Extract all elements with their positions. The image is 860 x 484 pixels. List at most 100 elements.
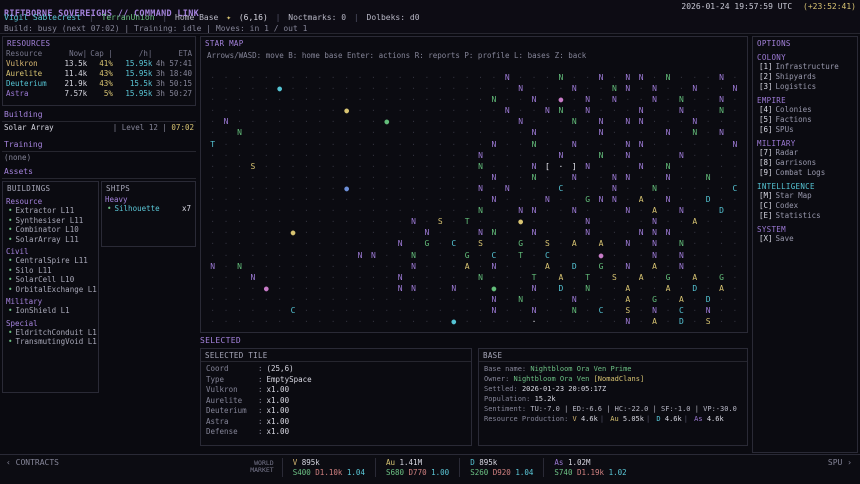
tile-label: Defense [206, 427, 258, 438]
map-cell[interactable]: · [407, 316, 420, 327]
map-cell[interactable]: · [728, 316, 741, 327]
building-item: •IonShield L1 [3, 306, 98, 316]
map-cell[interactable]: · [688, 316, 701, 327]
map-cell[interactable]: · [206, 316, 219, 327]
market-entry-astra: As 1.02M S740 D1.19k 1.02 [543, 458, 636, 477]
bullet-icon: • [107, 204, 112, 213]
market-sym: Au [386, 458, 395, 467]
map-row: ··········●·········N·N···C···N··N·····C [206, 176, 747, 187]
map-cell[interactable]: · [246, 316, 259, 327]
map-cell[interactable]: · [300, 316, 313, 327]
col-rate: /h| [113, 49, 153, 59]
resource-cap: 5% [87, 89, 113, 99]
base-title: BASE [479, 349, 747, 362]
building-item-label: Synthesiser L11 [16, 216, 84, 225]
map-cell[interactable]: D [675, 316, 688, 327]
tile-row-aurelite: Aurelite:x1.00 [201, 396, 471, 407]
building-section-header: Building [2, 110, 196, 122]
map-cell[interactable]: · [273, 316, 286, 327]
ship-group-name: Heavy [102, 194, 195, 204]
option-key: [8] [759, 158, 773, 167]
building-item-label: IonShield L1 [16, 306, 70, 315]
map-cell[interactable]: · [286, 316, 299, 327]
map-cell[interactable]: S [701, 316, 714, 327]
map-cell[interactable]: · [581, 316, 594, 327]
training-section-header: Training [2, 140, 196, 152]
resource-name: Vulkron [6, 59, 55, 69]
spu-button[interactable]: SPU › [828, 458, 852, 467]
option-garrisons[interactable]: [8]Garrisons [753, 158, 857, 168]
map-cell[interactable]: · [514, 316, 527, 327]
map-cell[interactable]: ● [447, 316, 460, 327]
faction-name: TerranUnion [102, 13, 155, 22]
map-cell[interactable]: · [608, 316, 621, 327]
clock-offset: (+23:52:41) [803, 2, 856, 11]
building-item-label: TransmutingVoid L1 [16, 337, 97, 346]
map-cell[interactable]: · [541, 316, 554, 327]
resource-eta: 3h 18:40 [152, 69, 192, 79]
option-statistics[interactable]: [E]Statistics [753, 211, 857, 221]
map-cell[interactable]: · [233, 316, 246, 327]
map-cell[interactable]: · [594, 316, 607, 327]
map-cell[interactable]: · [313, 316, 326, 327]
building-item-label: OrbitalExchange L1 [16, 285, 97, 294]
option-codex[interactable]: [C]Codex [753, 201, 857, 211]
option-infrastructure[interactable]: [1]Infrastructure [753, 62, 857, 72]
building-group-military: Military •IonShield L1 [3, 296, 98, 316]
market-supply: S680 [386, 468, 404, 477]
map-cell[interactable]: · [554, 316, 567, 327]
map-cell[interactable]: · [661, 316, 674, 327]
option-combat-logs[interactable]: [9]Combat Logs [753, 168, 857, 178]
map-cell[interactable]: · [393, 316, 406, 327]
map-cell[interactable]: · [380, 316, 393, 327]
map-cell[interactable]: N [621, 316, 634, 327]
option-label: Combat Logs [776, 168, 826, 177]
map-cell[interactable]: · [501, 316, 514, 327]
ship-item: •Silhouette x7 [102, 204, 195, 214]
map-cell[interactable]: · [474, 316, 487, 327]
map-cell[interactable]: · [420, 316, 433, 327]
options-group-name: EMPIRE [753, 95, 857, 105]
option-save[interactable]: [X]Save [753, 234, 857, 244]
tile-row-vulkron: Vulkron:x1.00 [201, 385, 471, 396]
map-cell[interactable]: · [327, 316, 340, 327]
map-cell[interactable]: · [219, 316, 232, 327]
map-cell[interactable]: · [635, 316, 648, 327]
option-colonies[interactable]: [4]Colonies [753, 105, 857, 115]
map-cell[interactable]: · [527, 316, 540, 327]
option-star-map[interactable]: [M]Star Map [753, 191, 857, 201]
contracts-button[interactable]: ‹ CONTRACTS [6, 458, 59, 467]
map-cell[interactable]: · [460, 316, 473, 327]
option-logistics[interactable]: [3]Logistics [753, 82, 857, 92]
production-value: 4.6k [707, 415, 724, 423]
status-line: Build: busy (next 07:02) | Training: idl… [4, 24, 307, 33]
map-cell[interactable]: · [340, 316, 353, 327]
option-radar[interactable]: [7]Radar [753, 148, 857, 158]
map-cell[interactable]: · [260, 316, 273, 327]
colon: : [258, 385, 263, 396]
map-cell[interactable]: · [715, 316, 728, 327]
base-sentiment-label: Sentiment: [484, 405, 526, 413]
option-factions[interactable]: [5]Factions [753, 115, 857, 125]
option-spus[interactable]: [6]SPUs [753, 125, 857, 135]
resource-now: 21.9k [55, 79, 87, 89]
player-status-row: Vigil Sablecrest | TerranUnion | Home Ba… [4, 13, 423, 22]
options-title: OPTIONS [753, 37, 857, 49]
map-cell[interactable]: · [367, 316, 380, 327]
map-cell[interactable]: · [434, 316, 447, 327]
option-shipyards[interactable]: [2]Shipyards [753, 72, 857, 82]
options-group-empire: EMPIRE [4]Colonies [5]Factions [6]SPUs [753, 95, 857, 135]
map-cell[interactable]: · [487, 316, 500, 327]
options-group-name: SYSTEM [753, 224, 857, 234]
base-population-line: Population: 15.2k [479, 394, 747, 404]
resource-name: Aurelite [6, 69, 55, 79]
starmap-grid[interactable]: ······················N···N··N·NN·N···N·… [206, 65, 747, 320]
tile-value: x1.00 [267, 406, 290, 417]
resource-cap: 43% [87, 69, 113, 79]
market-ratio: 1.02 [609, 468, 627, 477]
option-label: Codex [776, 201, 799, 210]
map-cell[interactable]: · [568, 316, 581, 327]
map-cell[interactable]: · [353, 316, 366, 327]
building-item: •EldritchConduit L1 [3, 328, 98, 338]
map-cell[interactable]: A [648, 316, 661, 327]
